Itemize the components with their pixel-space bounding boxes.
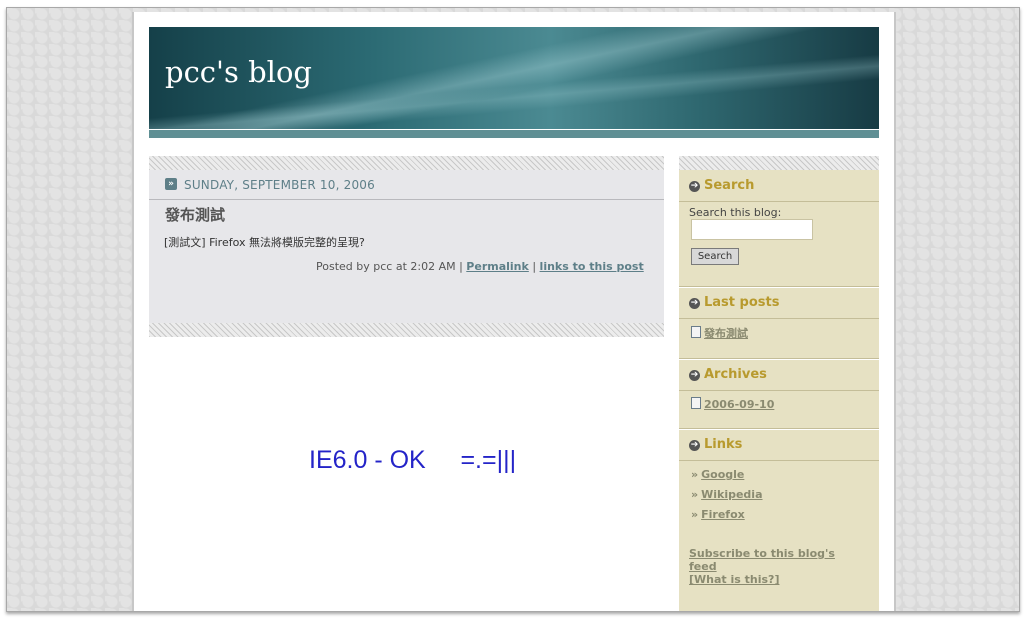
last-posts-heading: ➔ Last posts: [689, 295, 779, 310]
archive-link[interactable]: 2006-09-10: [704, 398, 774, 411]
sidebar-divider-highlight: [679, 429, 879, 430]
google-link[interactable]: Google: [701, 468, 744, 481]
post-date: SUNDAY, SEPTEMBER 10, 2006: [184, 178, 375, 192]
sidebar-top-border: [679, 156, 879, 170]
raquo-icon: »: [691, 508, 699, 521]
firefox-link[interactable]: Firefox: [701, 508, 745, 521]
document-icon: [691, 326, 701, 338]
last-post-link[interactable]: 發布測試: [704, 327, 748, 340]
arrow-right-icon: ➔: [689, 181, 700, 192]
post-footer: Posted by pcc at 2:02 AM | Permalink | l…: [316, 260, 644, 273]
archives-heading: ➔ Archives: [689, 367, 767, 382]
links-item-firefox[interactable]: » Firefox: [691, 508, 745, 521]
footer-separator: |: [532, 260, 537, 273]
links-item-google[interactable]: » Google: [691, 468, 744, 481]
post-top-border: [149, 156, 664, 170]
arrow-right-icon: ➔: [689, 370, 700, 381]
permalink-link[interactable]: Permalink: [466, 260, 529, 273]
links-to-post-link[interactable]: links to this post: [540, 260, 644, 273]
search-heading: ➔ Search: [689, 178, 754, 193]
sidebar-divider: [679, 318, 879, 319]
search-button[interactable]: Search: [691, 248, 739, 265]
links-item-wikipedia[interactable]: » Wikipedia: [691, 488, 763, 501]
raquo-icon: »: [691, 488, 699, 501]
post-body: [測試文] Firefox 無法將模版完整的呈現?: [164, 236, 365, 249]
header-divider: [149, 130, 879, 138]
search-heading-text: Search: [704, 178, 755, 193]
sidebar: ➔ Search Search this blog: Search ➔ Last p…: [679, 156, 879, 611]
blog-title[interactable]: pcc's blog: [165, 55, 312, 89]
double-chevron-icon: »: [165, 178, 177, 190]
main-column: » SUNDAY, SEPTEMBER 10, 2006 發布測試 [測試文] …: [149, 156, 664, 337]
search-input[interactable]: [691, 219, 813, 240]
links-heading-text: Links: [704, 437, 743, 452]
sidebar-divider: [679, 460, 879, 461]
sidebar-divider: [679, 201, 879, 202]
post-byline: Posted by pcc at 2:02 AM |: [316, 260, 463, 273]
sidebar-divider-highlight: [679, 287, 879, 288]
raquo-icon: »: [691, 468, 699, 481]
post-title: 發布測試: [165, 206, 226, 224]
arrow-right-icon: ➔: [689, 298, 700, 309]
last-posts-heading-text: Last posts: [704, 295, 780, 310]
subscribe-feed-link[interactable]: Subscribe to this blog's feed: [689, 547, 859, 573]
browser-viewport: pcc's blog » SUNDAY, SEPTEMBER 10, 2006 …: [6, 7, 1020, 612]
sidebar-divider-highlight: [679, 359, 879, 360]
wikipedia-link[interactable]: Wikipedia: [701, 488, 762, 501]
post-bottom-border: [149, 323, 664, 337]
search-label: Search this blog:: [689, 206, 782, 219]
links-heading: ➔ Links: [689, 437, 742, 452]
archives-heading-text: Archives: [704, 367, 767, 382]
sidebar-divider: [679, 390, 879, 391]
what-is-this-link[interactable]: [What is this?]: [689, 573, 779, 586]
blog-header: pcc's blog: [149, 27, 879, 129]
blog-post: » SUNDAY, SEPTEMBER 10, 2006 發布測試 [測試文] …: [149, 170, 664, 323]
arrow-right-icon: ➔: [689, 440, 700, 451]
last-post-item[interactable]: 發布測試: [691, 325, 748, 341]
post-date-header: » SUNDAY, SEPTEMBER 10, 2006: [149, 170, 664, 200]
archive-item[interactable]: 2006-09-10: [691, 397, 774, 411]
overlay-annotation: IE6.0 - OK =.=|||: [309, 446, 517, 474]
document-icon: [691, 397, 701, 409]
blog-page: pcc's blog » SUNDAY, SEPTEMBER 10, 2006 …: [132, 12, 896, 611]
